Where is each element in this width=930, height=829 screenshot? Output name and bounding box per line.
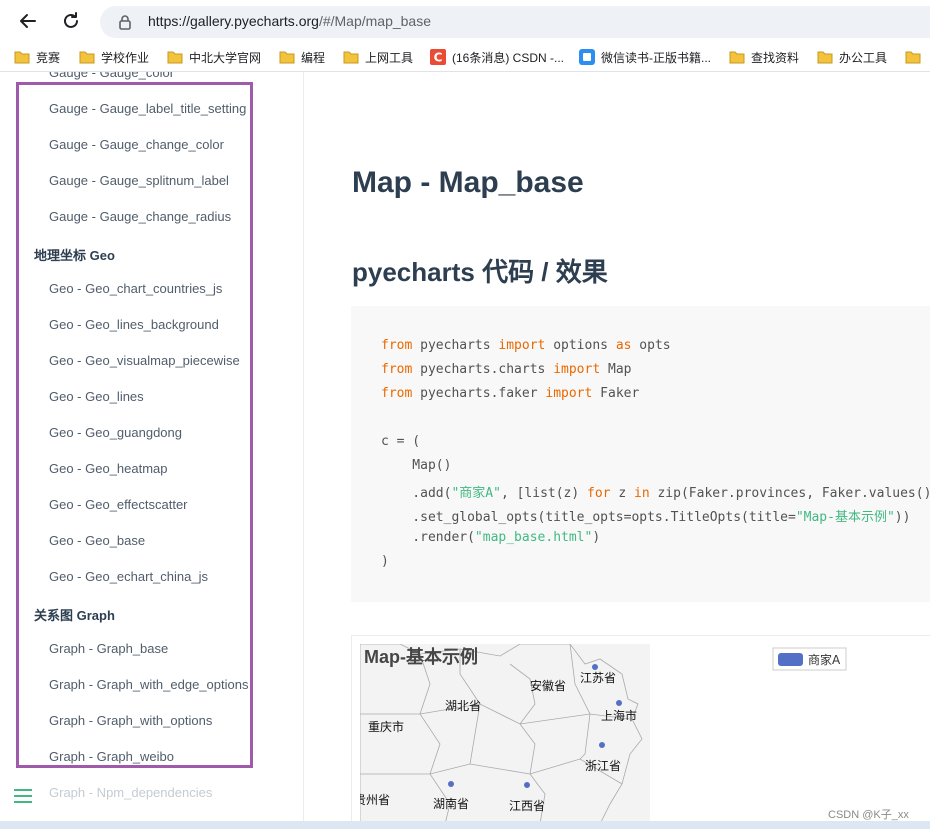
url-host: https://gallery.pyecharts.org bbox=[148, 13, 319, 29]
sidebar-item-faded[interactable]: Graph - Npm_dependencies bbox=[49, 785, 212, 800]
bottom-strip bbox=[0, 821, 930, 829]
highlight-annotation-box bbox=[16, 82, 253, 768]
bookmark-label: 微信读书-正版书籍... bbox=[601, 50, 711, 65]
province-label: 江苏省 bbox=[580, 671, 616, 685]
bookmark-label: 中北大学官网 bbox=[189, 50, 262, 65]
bookmark-label: 编程 bbox=[301, 50, 326, 65]
sidebar-item-clipped[interactable]: Gauge - Gauge_color bbox=[49, 72, 174, 80]
bookmark-label: 学校作业 bbox=[101, 50, 150, 65]
folder-icon bbox=[279, 50, 295, 64]
code-block: from pyecharts import options as opts fr… bbox=[351, 306, 930, 602]
province-label: 安徽省 bbox=[530, 678, 566, 693]
bookmark-item[interactable]: C (16条消息) CSDN -... bbox=[430, 47, 564, 67]
folder-icon bbox=[79, 50, 95, 64]
province-label: 上海市 bbox=[601, 708, 637, 723]
map-chart-svg: 江苏省 安徽省 湖北省 重庆市 上海市 浙江省 湖南省 江西省 贵州省 Map-… bbox=[360, 644, 847, 824]
province-label: 湖南省 bbox=[433, 796, 469, 811]
csdn-icon: C bbox=[430, 49, 446, 65]
lock-icon bbox=[119, 15, 131, 30]
folder-icon bbox=[905, 50, 921, 64]
province-label: 重庆市 bbox=[368, 719, 404, 734]
section-title: pyecharts 代码 / 效果 bbox=[352, 257, 608, 287]
arrow-left-icon bbox=[20, 14, 36, 28]
reload-button[interactable] bbox=[58, 8, 84, 34]
map-data-point[interactable] bbox=[448, 781, 454, 787]
map-data-point[interactable] bbox=[524, 782, 530, 788]
bookmark-label: 上网工具 bbox=[365, 50, 414, 65]
bookmark-label: 办公工具 bbox=[839, 50, 888, 65]
map-data-point[interactable] bbox=[599, 742, 605, 748]
folder-icon bbox=[729, 50, 745, 64]
bookmark-label: 查找资料 bbox=[751, 50, 800, 65]
code-line: .set_global_opts(title_opts=opts.TitleOp… bbox=[381, 510, 911, 525]
page-title: Map - Map_base bbox=[352, 166, 584, 199]
menu-icon[interactable] bbox=[14, 788, 32, 804]
bookmark-item[interactable]: 办公工具 bbox=[817, 47, 887, 67]
province-label: 湖北省 bbox=[445, 698, 481, 713]
bookmark-item[interactable]: 编程 bbox=[279, 47, 325, 67]
code-line: from pyecharts.charts import Map bbox=[381, 362, 632, 377]
map-data-point[interactable] bbox=[616, 700, 622, 706]
map-chart[interactable]: 江苏省 安徽省 湖北省 重庆市 上海市 浙江省 湖南省 江西省 贵州省 Map-… bbox=[351, 635, 930, 829]
main-content: Map - Map_base pyecharts 代码 / 效果 from py… bbox=[305, 72, 930, 829]
province-label: 贵州省 bbox=[360, 793, 390, 807]
bookmark-overflow[interactable] bbox=[905, 47, 927, 67]
svg-text:C: C bbox=[434, 51, 443, 65]
bookmarks-bar: 竞赛 学校作业 中北大学官网 编程 上网工具 C (16条消息) CSDN -.… bbox=[0, 42, 930, 72]
bookmark-item[interactable]: 竞赛 bbox=[14, 47, 60, 67]
bookmark-item[interactable]: 上网工具 bbox=[343, 47, 413, 67]
bookmark-label: (16条消息) CSDN -... bbox=[452, 50, 565, 65]
legend-swatch bbox=[778, 653, 803, 666]
address-bar[interactable]: https://gallery.pyecharts.org/#/Map/map_… bbox=[100, 6, 930, 38]
province-label: 江西省 bbox=[509, 799, 545, 813]
reload-icon bbox=[64, 12, 78, 28]
code-line: .render("map_base.html") bbox=[381, 530, 601, 545]
url-text[interactable]: https://gallery.pyecharts.org/#/Map/map_… bbox=[148, 13, 431, 29]
legend-label: 商家A bbox=[808, 652, 841, 667]
code-line: Map() bbox=[381, 458, 452, 473]
map-data-point[interactable] bbox=[592, 664, 598, 670]
code-line: c = ( bbox=[381, 434, 421, 449]
chart-title: Map-基本示例 bbox=[364, 646, 478, 667]
code-line: .add("商家A", [list(z) for z in zip(Faker.… bbox=[381, 486, 930, 501]
folder-icon bbox=[167, 50, 183, 64]
folder-icon bbox=[343, 50, 359, 64]
url-path: /#/Map/map_base bbox=[318, 13, 432, 29]
folder-icon bbox=[14, 50, 30, 64]
bookmark-label: 竞赛 bbox=[36, 50, 61, 65]
bookmark-item[interactable]: 中北大学官网 bbox=[167, 47, 261, 67]
folder-icon bbox=[817, 50, 833, 64]
bookmark-item[interactable]: 微信读书-正版书籍... bbox=[579, 47, 711, 67]
watermark: CSDN @K子_xx bbox=[828, 809, 909, 821]
weread-icon bbox=[579, 49, 595, 65]
back-button[interactable] bbox=[15, 8, 41, 34]
browser-toolbar: https://gallery.pyecharts.org/#/Map/map_… bbox=[0, 0, 930, 42]
sidebar: Gauge - Gauge_color Gauge - Gauge_label_… bbox=[0, 72, 304, 829]
code-line: ) bbox=[381, 554, 389, 569]
bookmark-item[interactable]: 查找资料 bbox=[729, 47, 799, 67]
bookmark-item[interactable]: 学校作业 bbox=[79, 47, 149, 67]
province-label: 浙江省 bbox=[585, 759, 621, 773]
code-line: from pyecharts.faker import Faker bbox=[381, 386, 640, 401]
code-line: from pyecharts import options as opts bbox=[381, 338, 671, 353]
